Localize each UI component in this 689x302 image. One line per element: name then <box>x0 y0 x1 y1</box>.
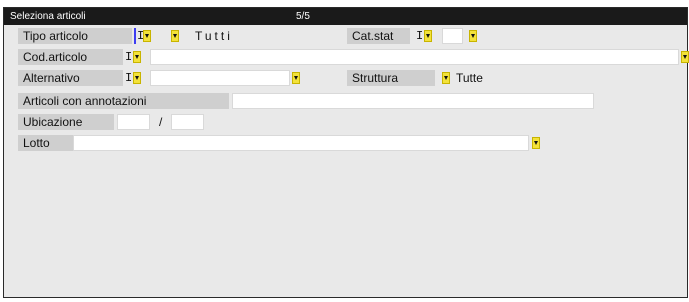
cat-stat-label: Cat.stat <box>347 28 410 44</box>
ubicazione-label: Ubicazione <box>18 114 114 130</box>
articoli-annotazioni-label: Articoli con annotazioni <box>18 93 229 109</box>
articoli-annotazioni-input[interactable] <box>232 93 594 109</box>
cat-stat-code-dropdown-icon[interactable] <box>424 30 432 42</box>
ubicazione-input-2[interactable] <box>171 114 204 130</box>
cat-stat-dropdown-icon[interactable] <box>469 30 477 42</box>
struttura-dropdown-icon[interactable] <box>442 72 450 84</box>
lotto-dropdown-icon[interactable] <box>532 137 540 149</box>
alternativo-dropdown-icon[interactable] <box>292 72 300 84</box>
cod-articolo-code-dropdown-icon[interactable] <box>133 51 141 63</box>
window-title: Seleziona articoli <box>10 11 86 22</box>
struttura-label: Struttura <box>347 70 435 86</box>
tipo-articolo-code-dropdown-icon[interactable] <box>143 30 151 42</box>
alternativo-input[interactable] <box>150 70 290 86</box>
ubicazione-input-1[interactable] <box>117 114 150 130</box>
lotto-input[interactable] <box>73 135 529 151</box>
tipo-articolo-value: Tutti <box>195 29 233 43</box>
cod-articolo-code[interactable]: I <box>125 49 132 65</box>
alternativo-code-dropdown-icon[interactable] <box>133 72 141 84</box>
title-bar: Seleziona articoli 5/5 <box>4 8 687 25</box>
cod-articolo-dropdown-icon[interactable] <box>681 51 689 63</box>
struttura-value: Tutte <box>456 71 483 85</box>
tipo-articolo-label: Tipo articolo <box>18 28 132 44</box>
cat-stat-code[interactable]: I <box>416 28 423 44</box>
page-indicator: 5/5 <box>296 11 310 22</box>
ubicazione-separator: / <box>159 115 163 129</box>
cat-stat-input[interactable] <box>442 28 463 44</box>
tipo-articolo-dropdown-icon[interactable] <box>171 30 179 42</box>
selection-window: Seleziona articoli 5/5 Tipo articolo I T… <box>3 7 689 298</box>
cod-articolo-label: Cod.articolo <box>18 49 123 65</box>
alternativo-code[interactable]: I <box>125 70 132 86</box>
alternativo-label: Alternativo <box>18 70 123 86</box>
cod-articolo-input[interactable] <box>150 49 679 65</box>
lotto-label: Lotto <box>18 135 73 151</box>
